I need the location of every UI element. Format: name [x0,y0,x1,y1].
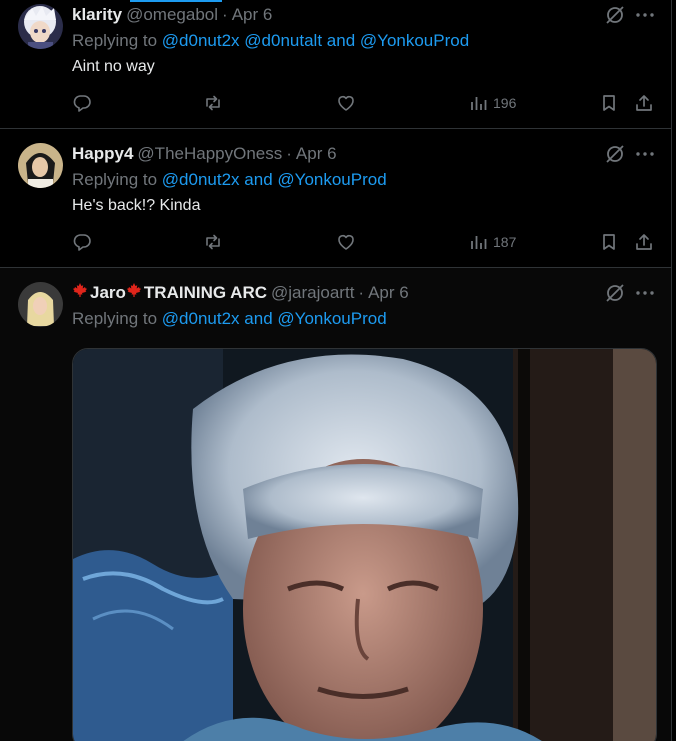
views-button[interactable]: 196 [469,92,516,114]
action-bar: 196 [72,92,664,114]
heart-icon [338,95,354,111]
maple-leaf-flag-icon [73,283,87,297]
bookmark-icon [603,95,615,111]
share-button[interactable] [634,92,654,114]
action-bar: 187 [72,231,664,253]
mention-link[interactable]: @d0nutalt [244,31,322,50]
replying-to-label: Replying to [72,309,158,328]
timestamp[interactable]: Apr 6 [296,143,337,165]
more-icon[interactable] [634,4,656,26]
reply-tweet-klarity[interactable]: klarity @omegabol · Apr 6 Replying to @d… [0,0,671,129]
mention-link[interactable]: @d0nut2x [162,31,240,50]
tweet-text: Aint no way [72,58,155,75]
bookmark-icon [603,234,615,250]
replying-to-label: Replying to [72,31,158,50]
grok-icon[interactable] [604,282,626,304]
separator: · [286,144,292,163]
mention-connector[interactable]: and [244,309,272,328]
display-name[interactable]: Happy4 [72,143,133,165]
timestamp[interactable]: Apr 6 [232,4,273,26]
reply-button[interactable] [72,231,92,253]
repost-button[interactable] [203,92,223,114]
share-icon [636,234,652,250]
avatar[interactable] [18,143,63,188]
repost-icon [206,95,220,111]
heart-icon [338,234,354,250]
tweet-header: Jaro TRAINING ARC @jarajoartt · Apr 6 [72,282,409,304]
replying-to: Replying to @d0nut2x and @YonkouProd [72,169,387,191]
views-button[interactable]: 187 [469,231,516,253]
display-name-part: TRAINING ARC [143,283,268,302]
mention-link[interactable]: @YonkouProd [277,170,386,189]
separator: · [358,283,365,302]
tweet-header: Happy4 @TheHappyOness · Apr 6 [72,143,337,165]
mention-connector[interactable]: and [327,31,355,50]
views-count: 187 [493,234,517,250]
repost-icon [206,234,220,250]
reply-icon [73,95,91,112]
display-name[interactable]: klarity [72,4,122,26]
grok-icon[interactable] [604,4,626,26]
more-icon[interactable] [634,143,656,165]
separator: · [222,5,228,24]
timestamp[interactable]: Apr 6 [368,282,409,304]
reply-icon [73,234,91,251]
column-border [671,0,672,741]
tweet-header: klarity @omegabol · Apr 6 [72,4,272,26]
reply-tweet-happy4[interactable]: Happy4 @TheHappyOness · Apr 6 Replying t… [0,129,671,268]
mention-link[interactable]: @d0nut2x [162,309,240,328]
display-name[interactable]: Jaro TRAINING ARC [72,282,267,304]
views-count: 196 [493,95,517,111]
analytics-icon [471,97,487,110]
more-icon[interactable] [634,282,656,304]
like-button[interactable] [336,231,356,253]
handle[interactable]: @TheHappyOness [137,143,282,165]
reply-feed: klarity @omegabol · Apr 6 Replying to @d… [0,0,671,741]
bookmark-button[interactable] [599,92,619,114]
media-image[interactable] [72,348,657,741]
mention-link[interactable]: @d0nut2x [162,170,240,189]
mention-link[interactable]: @YonkouProd [277,309,386,328]
share-button[interactable] [634,231,654,253]
reply-tweet-jaro[interactable]: Jaro TRAINING ARC @jarajoartt · Apr 6 Rep… [0,268,671,741]
analytics-icon [471,236,487,249]
replying-to: Replying to @d0nut2x @d0nutalt and @Yonk… [72,30,469,52]
mention-connector[interactable]: and [244,170,272,189]
repost-button[interactable] [203,231,223,253]
handle[interactable]: @jarajoartt [271,282,354,304]
reply-button[interactable] [72,92,92,114]
mention-link[interactable]: @YonkouProd [360,31,469,50]
tweet-text: He's back!? Kinda [72,197,201,214]
share-icon [636,95,652,111]
maple-leaf-flag-icon [126,283,141,297]
grok-icon[interactable] [604,143,626,165]
handle[interactable]: @omegabol [126,4,218,26]
avatar[interactable] [18,4,63,49]
bookmark-button[interactable] [599,231,619,253]
like-button[interactable] [336,92,356,114]
avatar[interactable] [18,282,63,327]
replying-to-label: Replying to [72,170,158,189]
display-name-part: Jaro [90,283,126,302]
replying-to: Replying to @d0nut2x and @YonkouProd [72,308,387,330]
